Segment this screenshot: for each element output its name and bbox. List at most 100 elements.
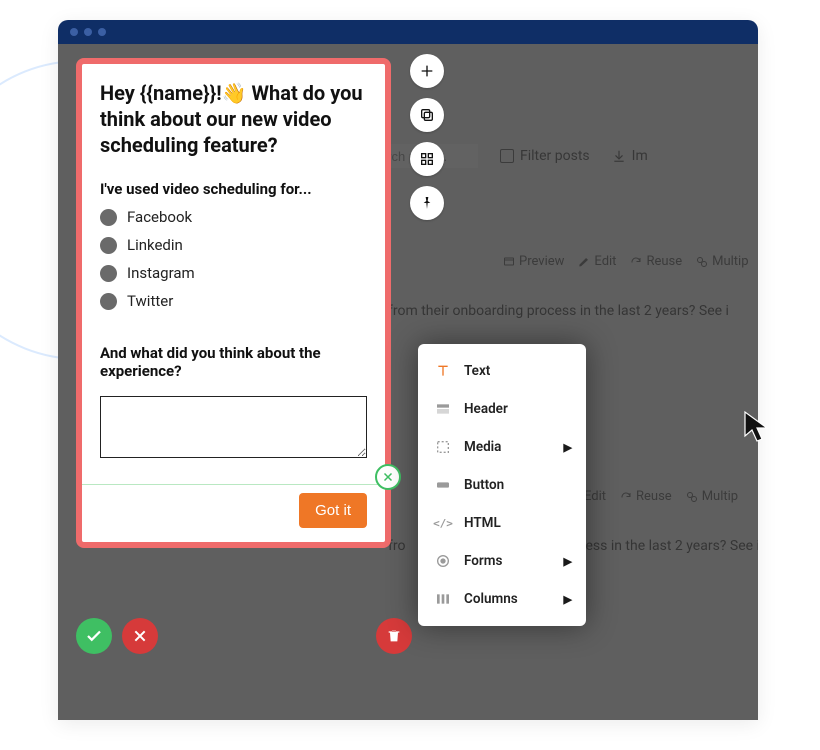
checkbox-icon — [500, 149, 514, 163]
radio-option[interactable]: Twitter — [100, 292, 367, 310]
radio-label: Twitter — [127, 292, 173, 310]
survey-panel: Hey {{name}}!👋 What do you think about o… — [76, 58, 391, 548]
tool-template[interactable] — [410, 142, 444, 176]
radio-label: Facebook — [127, 208, 192, 226]
import-button[interactable]: Im — [612, 148, 648, 164]
tool-copy[interactable] — [410, 98, 444, 132]
window-dot — [70, 28, 78, 36]
multi-icon — [686, 491, 698, 503]
popover-label: Button — [464, 477, 504, 493]
multi-action[interactable]: Multip — [696, 254, 748, 269]
divider — [82, 484, 385, 485]
edit-action[interactable]: Edit — [578, 254, 616, 269]
multi-label: Multip — [712, 254, 748, 269]
pin-icon — [419, 195, 435, 211]
chevron-right-icon: ▶ — [564, 555, 572, 568]
cursor-icon — [742, 410, 772, 444]
wave-emoji: 👋 — [222, 80, 247, 106]
popover-item-button[interactable]: Button — [418, 466, 586, 504]
edit-label: Edit — [584, 489, 606, 504]
survey-title: Hey {{name}}!👋 What do you think about o… — [100, 80, 367, 158]
popover-label: Forms — [464, 553, 502, 569]
reuse-label: Reuse — [636, 489, 672, 504]
radio-label: Linkedin — [127, 236, 183, 254]
radio-option[interactable]: Facebook — [100, 208, 367, 226]
post-card: Preview Edit Reuse Multip from — [358, 254, 758, 319]
post-text-fragment: ess in the last 2 years? See i — [585, 538, 758, 554]
close-badge[interactable] — [375, 464, 401, 490]
refresh-icon — [630, 256, 642, 268]
filter-posts-toggle[interactable]: Filter posts — [500, 148, 590, 164]
window-titlebar — [58, 20, 758, 44]
confirm-button[interactable] — [76, 618, 112, 654]
button-icon — [434, 476, 452, 494]
columns-icon — [434, 590, 452, 608]
got-it-button[interactable]: Got it — [299, 493, 367, 528]
media-icon — [434, 438, 452, 456]
import-label: Im — [632, 148, 648, 164]
plus-icon — [419, 63, 435, 79]
check-icon — [85, 627, 103, 645]
html-icon: </> — [434, 514, 452, 532]
feedback-textarea[interactable] — [100, 396, 367, 458]
preview-label: Preview — [519, 254, 564, 269]
refresh-icon — [620, 491, 632, 503]
survey-footer: Got it — [100, 493, 367, 528]
popover-item-header[interactable]: Header — [418, 390, 586, 428]
multi-icon — [696, 256, 708, 268]
popover-item-text[interactable]: Text — [418, 352, 586, 390]
popover-item-html[interactable]: </> HTML — [418, 504, 586, 542]
popover-label: HTML — [464, 515, 501, 531]
filter-posts-label: Filter posts — [520, 148, 590, 164]
preview-action[interactable]: Preview — [503, 254, 564, 269]
window-dot — [98, 28, 106, 36]
radio-option[interactable]: Instagram — [100, 264, 367, 282]
header-icon — [434, 400, 452, 418]
cancel-button[interactable] — [122, 618, 158, 654]
radio-icon — [100, 293, 117, 310]
reuse-action[interactable]: Reuse — [630, 254, 682, 269]
close-icon — [382, 471, 394, 483]
popover-label: Header — [464, 401, 508, 417]
post-text: from their onboarding process in the las… — [358, 303, 758, 319]
copy-icon — [419, 107, 435, 123]
reuse-action[interactable]: Reuse — [620, 489, 672, 504]
popover-label: Media — [464, 439, 501, 455]
radio-icon — [100, 209, 117, 226]
pencil-icon — [578, 256, 590, 268]
popover-item-media[interactable]: Media ▶ — [418, 428, 586, 466]
tool-stack — [410, 54, 444, 220]
edit-label: Edit — [594, 254, 616, 269]
post-actions: Preview Edit Reuse Multip — [358, 254, 758, 269]
reuse-label: Reuse — [646, 254, 682, 269]
popover-label: Text — [464, 363, 490, 379]
forms-icon — [434, 552, 452, 570]
window-dot — [84, 28, 92, 36]
editor-actions — [76, 618, 158, 654]
survey-question-2: And what did you think about the experie… — [100, 344, 367, 380]
radio-icon — [100, 265, 117, 282]
element-popover: Text Header Media ▶ Button — [418, 344, 586, 626]
popover-label: Columns — [464, 591, 518, 607]
app-body: Filter posts Im Preview Edit — [58, 44, 758, 720]
tool-pin[interactable] — [410, 186, 444, 220]
radio-label: Instagram — [127, 264, 195, 282]
survey-question-1: I've used video scheduling for... — [100, 180, 367, 198]
radio-option[interactable]: Linkedin — [100, 236, 367, 254]
tool-plus[interactable] — [410, 54, 444, 88]
download-icon — [612, 149, 626, 163]
app-window: Filter posts Im Preview Edit — [58, 20, 758, 720]
radio-list: Facebook Linkedin Instagram Twitter — [100, 208, 367, 310]
multi-action[interactable]: Multip — [686, 489, 738, 504]
preview-icon — [503, 256, 515, 268]
trash-icon — [386, 628, 402, 644]
popover-item-columns[interactable]: Columns ▶ — [418, 580, 586, 618]
radio-icon — [100, 237, 117, 254]
delete-button[interactable] — [376, 618, 412, 654]
chevron-right-icon: ▶ — [564, 441, 572, 454]
text-icon — [434, 362, 452, 380]
multi-label: Multip — [702, 489, 738, 504]
popover-item-forms[interactable]: Forms ▶ — [418, 542, 586, 580]
chevron-right-icon: ▶ — [564, 593, 572, 606]
survey-title-greeting: Hey {{name}}! — [100, 81, 222, 105]
